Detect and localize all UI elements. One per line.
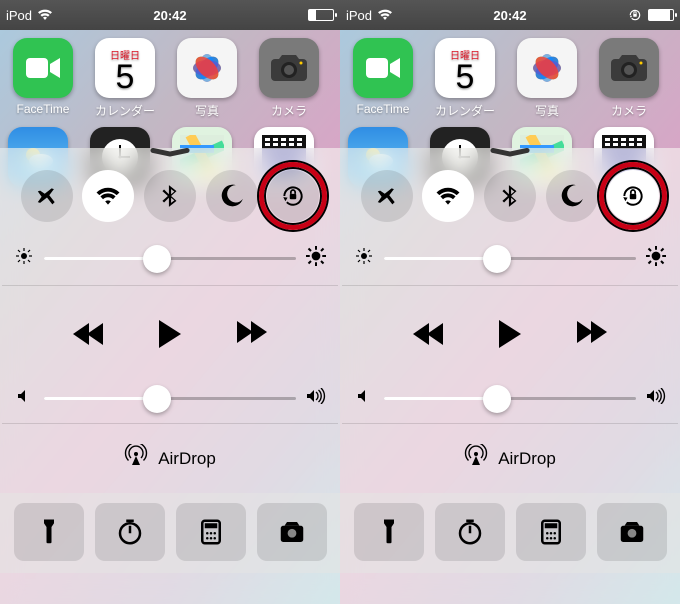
app-label: FaceTime [357, 102, 410, 116]
calculator-button[interactable] [176, 503, 246, 561]
app-label: カメラ [611, 102, 647, 119]
app-label: 写真 [535, 102, 559, 119]
slider-thumb[interactable] [143, 385, 171, 413]
media-controls [340, 286, 680, 368]
brightness-high-icon [306, 246, 324, 271]
bluetooth-toggle[interactable] [484, 170, 536, 222]
screenshot-left: iPod 20:42 FaceTime 日曜 [0, 0, 340, 604]
airplane-toggle[interactable] [361, 170, 413, 222]
toggle-row [340, 164, 680, 232]
volume-high-icon [306, 388, 324, 409]
timer-button[interactable] [435, 503, 505, 561]
calendar-icon: 日曜日 5 [435, 38, 495, 98]
rotation-lock-status-icon [628, 8, 642, 22]
calendar-day: 5 [456, 62, 475, 92]
app-photos[interactable]: 写真 [512, 38, 582, 119]
volume-track[interactable] [384, 397, 636, 400]
photos-icon [177, 38, 237, 98]
airdrop-label: AirDrop [158, 449, 216, 469]
brightness-slider[interactable] [340, 232, 680, 285]
camera-icon [599, 38, 659, 98]
calendar-day: 5 [116, 62, 135, 92]
timer-button[interactable] [95, 503, 165, 561]
slider-thumb[interactable] [143, 245, 171, 273]
airdrop-icon [124, 444, 148, 473]
rotation-lock-toggle[interactable] [267, 170, 319, 222]
brightness-track[interactable] [44, 257, 296, 260]
app-calendar[interactable]: 日曜日 5 カレンダー [90, 38, 160, 119]
battery-icon [648, 9, 674, 21]
app-label: FaceTime [17, 102, 70, 116]
app-camera[interactable]: カメラ [254, 38, 324, 119]
rewind-button[interactable] [73, 323, 101, 345]
app-photos[interactable]: 写真 [172, 38, 242, 119]
media-controls [0, 286, 340, 368]
status-bar: iPod 20:42 [0, 0, 340, 30]
screenshot-right: iPod 20:42 FaceTime [340, 0, 680, 604]
forward-button[interactable] [239, 321, 267, 348]
facetime-icon [353, 38, 413, 98]
shortcut-row [340, 493, 680, 573]
grabber-icon[interactable] [150, 152, 190, 158]
airdrop-button[interactable]: AirDrop [0, 424, 340, 493]
airdrop-label: AirDrop [498, 449, 556, 469]
battery-icon [308, 9, 334, 21]
volume-slider[interactable] [0, 368, 340, 423]
calculator-button[interactable] [516, 503, 586, 561]
shortcut-row [0, 493, 340, 573]
wifi-toggle[interactable] [82, 170, 134, 222]
camera-button[interactable] [257, 503, 327, 561]
camera-icon [259, 38, 319, 98]
app-label: 写真 [195, 102, 219, 119]
brightness-high-icon [646, 246, 664, 271]
slider-thumb[interactable] [483, 245, 511, 273]
airdrop-icon [464, 444, 488, 473]
app-camera[interactable]: カメラ [594, 38, 664, 119]
carrier-label: iPod [346, 8, 372, 23]
brightness-slider[interactable] [0, 232, 340, 285]
rewind-button[interactable] [413, 323, 441, 345]
airplane-toggle[interactable] [21, 170, 73, 222]
wifi-toggle[interactable] [422, 170, 474, 222]
volume-high-icon [646, 388, 664, 409]
bluetooth-toggle[interactable] [144, 170, 196, 222]
grabber-icon[interactable] [490, 152, 530, 158]
forward-button[interactable] [579, 321, 607, 348]
volume-low-icon [356, 388, 374, 409]
slider-thumb[interactable] [483, 385, 511, 413]
control-center: AirDrop [340, 148, 680, 604]
app-label: カレンダー [435, 102, 495, 119]
dnd-toggle[interactable] [546, 170, 598, 222]
volume-track[interactable] [44, 397, 296, 400]
wifi-status-icon [378, 9, 392, 21]
dnd-toggle[interactable] [206, 170, 258, 222]
rotation-lock-toggle[interactable] [607, 170, 659, 222]
camera-button[interactable] [597, 503, 667, 561]
brightness-low-icon [356, 248, 374, 269]
photos-icon [517, 38, 577, 98]
facetime-icon [13, 38, 73, 98]
volume-low-icon [16, 388, 34, 409]
play-button[interactable] [499, 320, 521, 348]
app-facetime[interactable]: FaceTime [348, 38, 418, 119]
brightness-track[interactable] [384, 257, 636, 260]
status-bar: iPod 20:42 [340, 0, 680, 30]
app-facetime[interactable]: FaceTime [8, 38, 78, 119]
calendar-icon: 日曜日 5 [95, 38, 155, 98]
wifi-status-icon [38, 9, 52, 21]
brightness-low-icon [16, 248, 34, 269]
play-button[interactable] [159, 320, 181, 348]
toggle-row [0, 164, 340, 232]
app-calendar[interactable]: 日曜日 5 カレンダー [430, 38, 500, 119]
volume-slider[interactable] [340, 368, 680, 423]
app-label: カメラ [271, 102, 307, 119]
control-center: AirDrop [0, 148, 340, 604]
flashlight-button[interactable] [14, 503, 84, 561]
flashlight-button[interactable] [354, 503, 424, 561]
app-label: カレンダー [95, 102, 155, 119]
airdrop-button[interactable]: AirDrop [340, 424, 680, 493]
carrier-label: iPod [6, 8, 32, 23]
